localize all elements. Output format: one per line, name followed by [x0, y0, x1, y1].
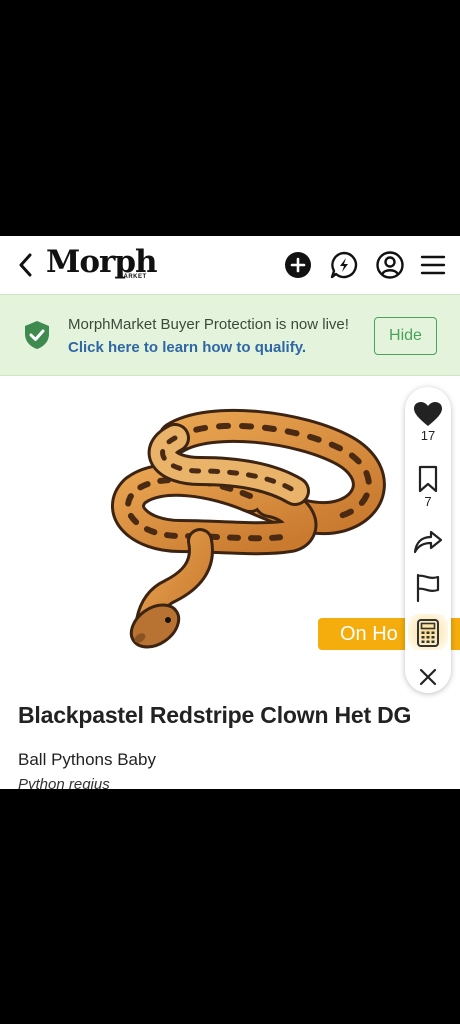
heart-icon — [414, 402, 442, 426]
like-button[interactable]: 17 — [405, 401, 451, 443]
buyer-protection-banner: MorphMarket Buyer Protection is now live… — [0, 294, 460, 376]
report-button[interactable] — [405, 573, 451, 603]
share-icon — [413, 530, 443, 554]
hide-banner-button[interactable]: Hide — [374, 317, 437, 355]
chat-bolt-icon — [330, 251, 358, 279]
calculator-icon — [417, 619, 439, 647]
listing-action-rail: 17 7 — [405, 387, 451, 693]
listing-title: Blackpastel Redstripe Clown Het DG — [18, 702, 412, 728]
listing-category[interactable]: Ball Pythons Baby — [18, 750, 156, 770]
save-button[interactable]: 7 — [405, 465, 451, 509]
top-nav: Morph MARKET — [0, 236, 460, 294]
add-listing-button[interactable] — [283, 250, 313, 280]
close-icon — [419, 668, 437, 686]
messages-button[interactable] — [329, 250, 359, 280]
flag-icon — [416, 573, 440, 603]
menu-icon — [420, 255, 446, 275]
listing-species: Python regius — [18, 776, 110, 789]
bookmark-icon — [418, 465, 438, 493]
close-rail-button[interactable] — [405, 667, 451, 687]
genetics-calculator-button[interactable] — [405, 618, 451, 648]
morphmarket-logo[interactable]: Morph MARKET — [46, 244, 158, 284]
banner-text: MorphMarket Buyer Protection is now live… — [68, 316, 349, 333]
account-button[interactable] — [375, 250, 405, 280]
share-button[interactable] — [405, 529, 451, 555]
save-count: 7 — [424, 494, 432, 509]
like-count: 17 — [420, 428, 436, 443]
main-menu-button[interactable] — [418, 250, 448, 280]
user-circle-icon — [376, 251, 404, 279]
plus-circle-icon — [285, 252, 311, 278]
back-button[interactable] — [12, 250, 38, 280]
logo-subtext: MARKET — [118, 274, 147, 280]
app-screen: Morph MARKET MorphMarket Buyer Protectio… — [0, 236, 460, 789]
qualify-link[interactable]: Click here to learn how to qualify. — [68, 339, 306, 356]
banner-message: MorphMarket Buyer Protection is now live… — [68, 313, 368, 359]
chevron-left-icon — [19, 253, 32, 277]
shield-check-icon — [25, 321, 49, 349]
